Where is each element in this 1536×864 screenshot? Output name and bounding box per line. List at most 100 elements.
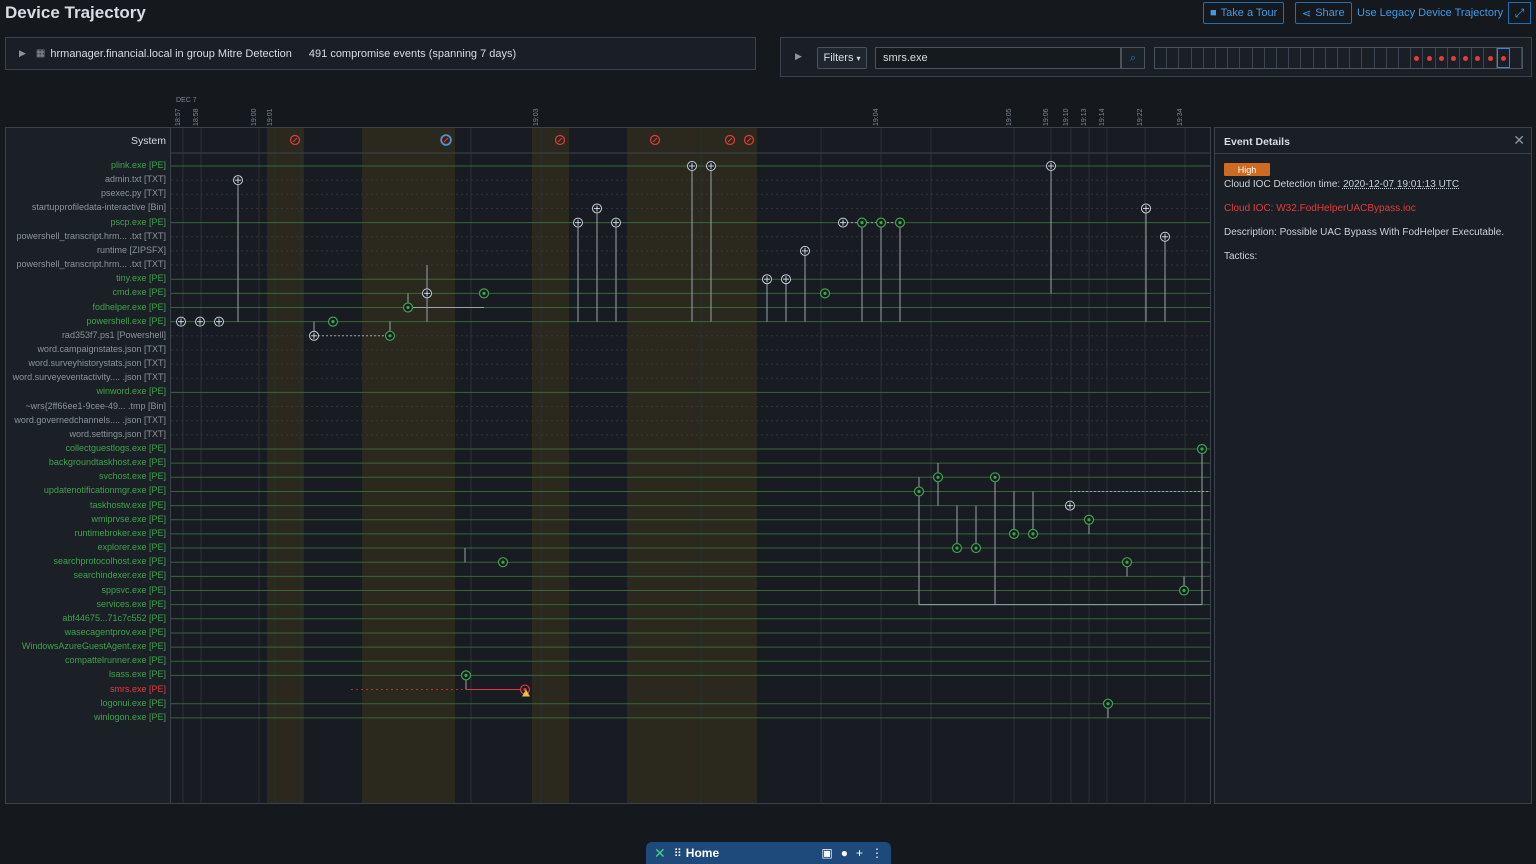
search-icon[interactable]: ⌕ [1121, 47, 1145, 69]
process-node [1087, 518, 1091, 522]
more-icon[interactable]: ⋮ [871, 846, 883, 860]
row-label[interactable]: svchost.exe [PE] [99, 471, 166, 481]
cloud-ioc[interactable]: Cloud IOC: W32.FodHelperUACBypass.ioc [1224, 203, 1416, 214]
row-label[interactable]: updatenotificationmgr.exe [PE] [44, 485, 166, 495]
close-icon[interactable]: ✕ [1513, 132, 1525, 149]
row-label[interactable]: runtimebroker.exe [PE] [74, 528, 166, 538]
histogram-cell[interactable] [1362, 48, 1375, 68]
row-label[interactable]: plink.exe [PE] [111, 160, 166, 170]
histogram-cell[interactable] [1265, 48, 1278, 68]
row-label[interactable]: winword.exe [PE] [96, 386, 166, 396]
histogram-cell[interactable] [1399, 48, 1412, 68]
row-label[interactable]: runtime [ZIPSFX] [97, 245, 166, 255]
row-label[interactable]: fodhelper.exe [PE] [92, 302, 166, 312]
histogram-cell[interactable] [1179, 48, 1192, 68]
histogram-cell[interactable] [1448, 48, 1461, 68]
histogram-cell[interactable] [1350, 48, 1363, 68]
row-label[interactable]: winlogon.exe [PE] [94, 712, 166, 722]
row-label[interactable]: lsass.exe [PE] [109, 669, 166, 679]
process-node [1200, 447, 1204, 451]
row-label[interactable]: rad353f7.ps1 [Powershell] [62, 330, 166, 340]
time-tick: 19:00 [251, 108, 258, 126]
row-label[interactable]: logonui.exe [PE] [100, 698, 166, 708]
histogram-cell[interactable] [1216, 48, 1229, 68]
take-tour-button[interactable]: ■ Take a Tour [1203, 2, 1285, 24]
expand-device-icon[interactable]: ▶ [19, 48, 26, 59]
histogram-cell[interactable] [1338, 48, 1351, 68]
histogram-cell[interactable] [1289, 48, 1302, 68]
row-label[interactable]: taskhostw.exe [PE] [90, 500, 166, 510]
row-label[interactable]: admin.txt [TXT] [105, 174, 166, 184]
row-label[interactable]: tiny.exe [PE] [116, 273, 166, 283]
device-hostname[interactable]: hrmanager.financial.local in group Mitre… [50, 48, 292, 60]
row-label[interactable]: compattelrunner.exe [PE] [65, 655, 166, 665]
histogram-cell[interactable] [1204, 48, 1217, 68]
histogram-cell[interactable] [1240, 48, 1253, 68]
row-label[interactable]: wmiprvse.exe [PE] [91, 514, 166, 524]
histogram-cell[interactable] [1387, 48, 1400, 68]
row-label[interactable]: smrs.exe [PE] [110, 684, 166, 694]
histogram-cell[interactable] [1460, 48, 1473, 68]
histogram-cell[interactable] [1496, 48, 1510, 68]
expand-filter-icon[interactable]: ▶ [795, 51, 802, 62]
expand-icon[interactable]: ⤢ [1508, 2, 1531, 24]
legacy-trajectory-link[interactable]: Use Legacy Device Trajectory [1357, 7, 1503, 19]
histogram-cell[interactable] [1155, 48, 1168, 68]
close-icon[interactable]: ✕ [654, 845, 666, 862]
calendar-icon[interactable]: ▣ [821, 846, 832, 860]
histogram-cell[interactable] [1277, 48, 1290, 68]
share-button[interactable]: ⋖ Share [1295, 2, 1352, 24]
row-label[interactable]: wasecagentprov.exe [PE] [65, 627, 166, 637]
histogram-cell[interactable] [1423, 48, 1436, 68]
row-label[interactable]: word.governedchannels.... .json [TXT] [14, 415, 166, 425]
row-label[interactable]: sppsvc.exe [PE] [101, 585, 166, 595]
histogram-cell[interactable] [1167, 48, 1180, 68]
add-icon[interactable]: + [856, 846, 863, 860]
row-label[interactable]: collectguestlogs.exe [PE] [65, 443, 166, 453]
histogram-cell[interactable] [1375, 48, 1387, 68]
histogram-cell[interactable] [1253, 48, 1265, 68]
row-label[interactable]: word.campaignstates.json [TXT] [37, 344, 166, 354]
row-label[interactable]: cmd.exe [PE] [112, 287, 166, 297]
histogram-cell[interactable] [1510, 48, 1523, 68]
row-label[interactable]: searchindexer.exe [PE] [73, 570, 166, 580]
row-label[interactable]: powershell.exe [PE] [86, 316, 166, 326]
histogram-cell[interactable] [1326, 48, 1339, 68]
row-label[interactable]: pscp.exe [PE] [110, 217, 166, 227]
histogram-cell[interactable] [1436, 48, 1448, 68]
time-tick: 19:03 [533, 108, 540, 126]
row-label[interactable]: WindowsAzureGuestAgent.exe [PE] [22, 641, 166, 651]
row-label[interactable]: powershell_transcript.hrm... .txt [TXT] [16, 231, 166, 241]
apps-grid-icon[interactable]: ⠿ [674, 847, 682, 860]
histogram-cell[interactable] [1472, 48, 1485, 68]
search-input[interactable] [875, 47, 1121, 69]
row-label[interactable]: backgroundtaskhost.exe [PE] [49, 457, 166, 467]
row-label[interactable]: word.surveyeventactivity.... .json [TXT] [13, 372, 166, 382]
row-label[interactable]: explorer.exe [PE] [97, 542, 166, 552]
date-label: DEC 7 [176, 97, 197, 104]
help-icon[interactable]: ● [841, 846, 848, 860]
home-label[interactable]: Home [686, 846, 719, 860]
row-label[interactable]: powershell_transcript.hrm... .txt [TXT] [16, 259, 166, 269]
process-node [823, 291, 827, 295]
process-node [1125, 560, 1129, 564]
row-label[interactable]: abf44675...71c7c552 [PE] [62, 613, 166, 623]
row-label[interactable]: services.exe [PE] [96, 599, 166, 609]
time-tick: 19:10 [1063, 108, 1070, 126]
row-label[interactable]: word.surveyhistorystats.json [TXT] [28, 358, 166, 368]
row-label[interactable]: startupprofiledata-interactive [Bin] [32, 202, 166, 212]
histogram-cell[interactable] [1411, 48, 1424, 68]
histogram-cell[interactable] [1301, 48, 1314, 68]
row-label[interactable]: ~wrs{2ff66ee1-9cee-49... .tmp [Bin] [25, 401, 166, 411]
histogram-cell[interactable] [1228, 48, 1241, 68]
row-label[interactable]: searchprotocolhost.exe [PE] [53, 556, 166, 566]
histogram-cell[interactable] [1314, 48, 1326, 68]
event-histogram[interactable] [1154, 47, 1523, 69]
filters-dropdown[interactable]: Filters ▾ [817, 47, 867, 69]
event-details-panel: Event Details ✕ High Cloud IOC Detection… [1214, 127, 1532, 804]
trajectory-plot[interactable] [171, 128, 1211, 803]
row-label[interactable]: word.settings.json [TXT] [69, 429, 166, 439]
histogram-cell[interactable] [1192, 48, 1204, 68]
row-label[interactable]: psexec.py [TXT] [101, 188, 166, 198]
histogram-cell[interactable] [1484, 48, 1497, 68]
